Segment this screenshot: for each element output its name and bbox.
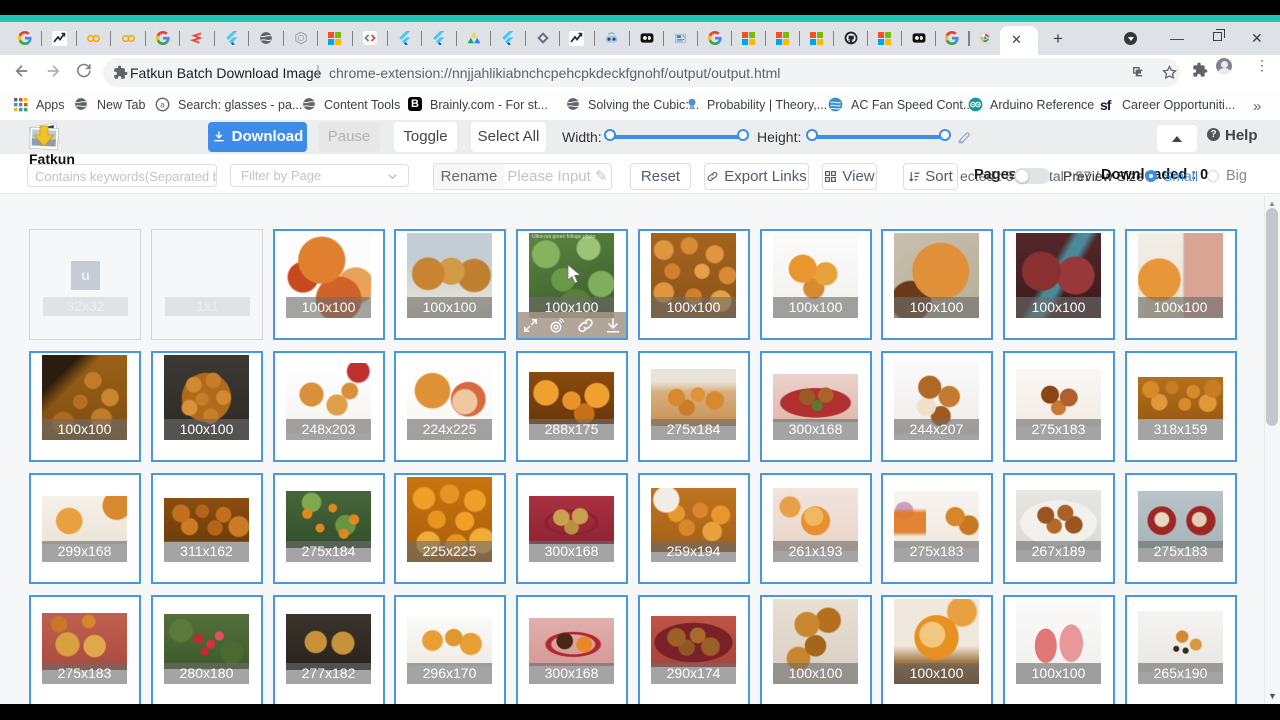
svg-text:a: a bbox=[160, 100, 165, 109]
